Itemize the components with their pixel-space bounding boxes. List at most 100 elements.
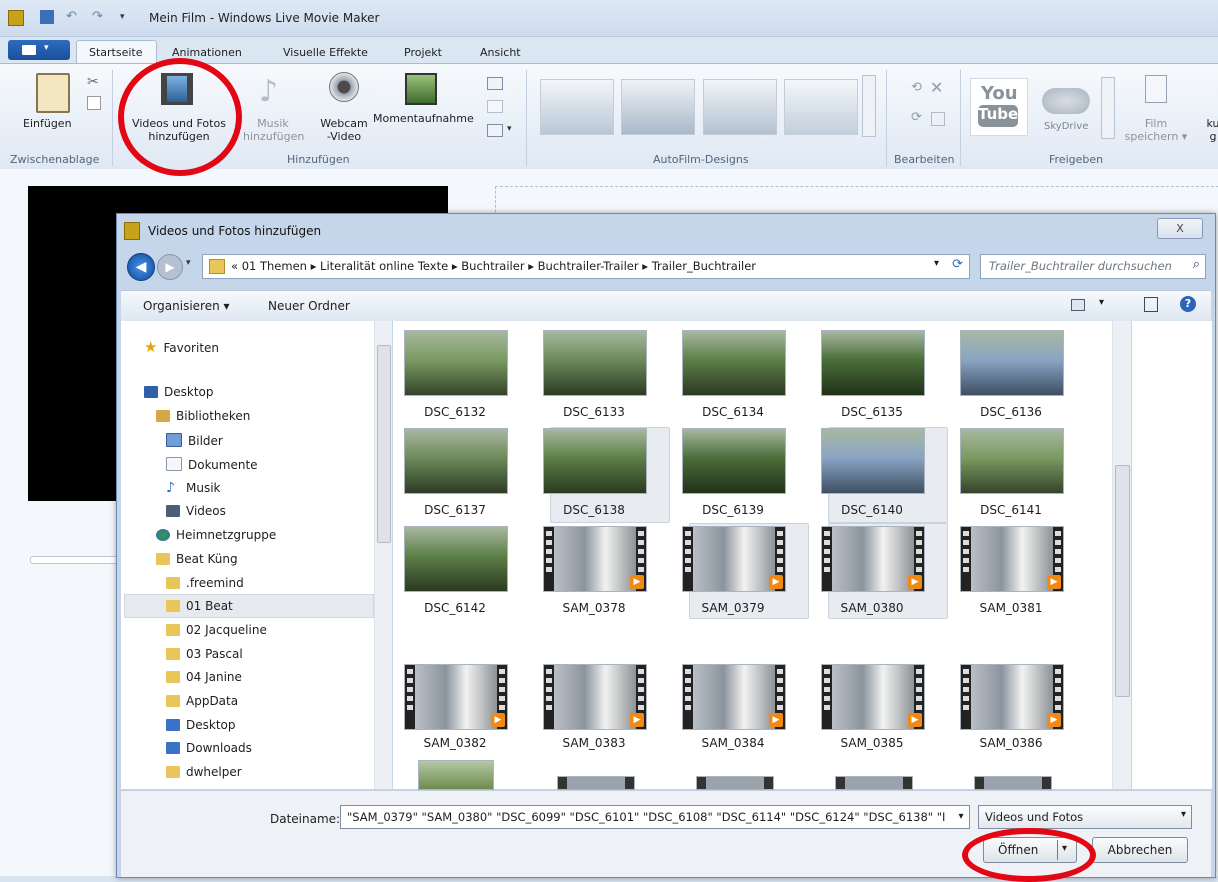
overflow-button[interactable]: ku g bbox=[1206, 117, 1218, 143]
nav-item[interactable]: Dokumente bbox=[166, 457, 258, 472]
search-box[interactable]: Trailer_Buchtrailer durchsuchen ⌕ bbox=[980, 254, 1206, 279]
file-view-scrollbar-thumb[interactable] bbox=[1115, 465, 1130, 697]
video-thumbnail[interactable]: ▶ bbox=[960, 526, 1064, 592]
theme-thumbnail[interactable] bbox=[784, 79, 858, 135]
credits-dropdown-icon[interactable]: ▾ bbox=[507, 124, 512, 134]
save-film-button[interactable]: Film speichern ▾ bbox=[1121, 117, 1191, 143]
photo-thumbnail[interactable] bbox=[404, 330, 508, 396]
webcam-icon[interactable] bbox=[329, 72, 359, 102]
nav-item[interactable]: Desktop bbox=[166, 718, 236, 732]
remove-icon[interactable]: ✕ bbox=[930, 78, 943, 97]
rotate-right-icon[interactable]: ⟳ bbox=[911, 110, 922, 125]
file-name-label[interactable]: SAM_0380 bbox=[807, 601, 937, 615]
breadcrumb-item[interactable]: Buchtrailer-Trailer bbox=[538, 259, 639, 273]
video-thumbnail[interactable]: ▶ bbox=[960, 664, 1064, 730]
nav-item[interactable]: dwhelper bbox=[166, 765, 242, 779]
theme-thumbnail[interactable] bbox=[703, 79, 777, 135]
undo-icon[interactable]: ↶ bbox=[66, 10, 80, 24]
photo-thumbnail[interactable] bbox=[543, 330, 647, 396]
cancel-button[interactable]: Abbrechen bbox=[1092, 837, 1188, 863]
file-name-label[interactable]: DSC_6133 bbox=[529, 405, 659, 419]
organize-button[interactable]: Organisieren ▾ bbox=[143, 299, 230, 313]
theme-thumbnail[interactable] bbox=[540, 79, 614, 135]
skydrive-button[interactable]: SkyDrive bbox=[1044, 120, 1088, 133]
theme-thumbnail[interactable] bbox=[621, 79, 695, 135]
history-dropdown-icon[interactable]: ▾ bbox=[186, 258, 191, 268]
photo-thumbnail[interactable] bbox=[404, 526, 508, 592]
seek-slider[interactable] bbox=[30, 556, 122, 564]
back-icon[interactable]: ◀ bbox=[127, 253, 155, 281]
file-name-label[interactable]: DSC_6139 bbox=[668, 503, 798, 517]
qat-dropdown-icon[interactable]: ▾ bbox=[120, 10, 134, 24]
photo-thumbnail[interactable] bbox=[543, 428, 647, 494]
filetype-dropdown-icon[interactable]: ▾ bbox=[1181, 809, 1186, 820]
video-thumbnail[interactable]: ▶ bbox=[682, 664, 786, 730]
photo-thumbnail[interactable] bbox=[682, 330, 786, 396]
file-name-label[interactable]: SAM_0381 bbox=[946, 601, 1076, 615]
file-name-label[interactable]: DSC_6138 bbox=[529, 503, 659, 517]
nav-item[interactable]: 03 Pascal bbox=[166, 647, 243, 661]
tab-ansicht[interactable]: Ansicht bbox=[480, 46, 521, 59]
filename-dropdown-icon[interactable]: ▾ bbox=[953, 806, 969, 828]
photo-thumbnail[interactable] bbox=[682, 428, 786, 494]
file-name-label[interactable]: SAM_0383 bbox=[529, 736, 659, 750]
file-name-label[interactable]: DSC_6132 bbox=[390, 405, 520, 419]
nav-item[interactable]: Downloads bbox=[166, 741, 252, 755]
breadcrumb-item[interactable]: 01 Themen bbox=[242, 259, 307, 273]
webcam-video-button[interactable]: Webcam -Video bbox=[315, 117, 373, 143]
dialog-close-button[interactable]: X bbox=[1157, 218, 1203, 239]
video-thumbnail[interactable] bbox=[974, 776, 1052, 790]
copy-icon[interactable] bbox=[87, 96, 101, 110]
file-name-label[interactable]: DSC_6135 bbox=[807, 405, 937, 419]
file-name-label[interactable]: DSC_6134 bbox=[668, 405, 798, 419]
file-name-label[interactable]: SAM_0385 bbox=[807, 736, 937, 750]
video-thumbnail[interactable]: ▶ bbox=[821, 664, 925, 730]
preview-pane-icon[interactable] bbox=[1144, 297, 1158, 312]
photo-thumbnail[interactable] bbox=[418, 760, 494, 790]
redo-icon[interactable]: ↷ bbox=[92, 10, 106, 24]
add-music-button[interactable]: Musik hinzufügen bbox=[243, 117, 304, 143]
nav-item[interactable]: Desktop bbox=[144, 385, 214, 399]
file-name-label[interactable]: DSC_6137 bbox=[390, 503, 520, 517]
file-name-label[interactable]: DSC_6136 bbox=[946, 405, 1076, 419]
nav-item[interactable]: .freemind bbox=[166, 576, 244, 590]
video-thumbnail[interactable] bbox=[557, 776, 635, 790]
breadcrumb-overflow[interactable]: « bbox=[231, 259, 238, 273]
file-name-label[interactable]: DSC_6141 bbox=[946, 503, 1076, 517]
video-thumbnail[interactable]: ▶ bbox=[821, 526, 925, 592]
photo-thumbnail[interactable] bbox=[404, 428, 508, 494]
video-thumbnail[interactable]: ▶ bbox=[682, 526, 786, 592]
forward-icon[interactable]: ▶ bbox=[157, 254, 183, 280]
nav-item[interactable]: Heimnetzgruppe bbox=[156, 528, 276, 542]
file-name-label[interactable]: SAM_0378 bbox=[529, 601, 659, 615]
filetype-select[interactable]: Videos und Fotos ▾ bbox=[978, 805, 1192, 829]
video-thumbnail[interactable]: ▶ bbox=[543, 664, 647, 730]
nav-item-selected[interactable]: 01 Beat bbox=[166, 599, 233, 613]
video-thumbnail[interactable]: ▶ bbox=[543, 526, 647, 592]
caption-icon[interactable] bbox=[487, 77, 503, 90]
photo-thumbnail[interactable] bbox=[960, 428, 1064, 494]
nav-item[interactable]: AppData bbox=[166, 694, 238, 708]
nav-scrollbar-thumb[interactable] bbox=[377, 345, 391, 543]
paste-icon[interactable] bbox=[36, 73, 70, 113]
file-name-label[interactable]: SAM_0384 bbox=[668, 736, 798, 750]
photo-thumbnail[interactable] bbox=[821, 428, 925, 494]
file-name-label[interactable]: DSC_6140 bbox=[807, 503, 937, 517]
title-icon[interactable] bbox=[487, 100, 503, 113]
refresh-icon[interactable]: ⟳ bbox=[952, 257, 963, 272]
nav-item[interactable]: Videos bbox=[166, 504, 226, 518]
nav-item[interactable]: Bilder bbox=[166, 433, 223, 448]
nav-item[interactable]: ★ Favoriten bbox=[144, 338, 219, 356]
video-thumbnail[interactable]: ▶ bbox=[404, 664, 508, 730]
nav-item[interactable]: 02 Jacqueline bbox=[166, 623, 267, 637]
nav-item[interactable]: ♪ Musik bbox=[166, 480, 221, 496]
share-gallery-scroll[interactable] bbox=[1101, 77, 1115, 139]
nav-item[interactable]: Beat Küng bbox=[156, 552, 238, 566]
file-name-label[interactable]: DSC_6142 bbox=[390, 601, 520, 615]
skydrive-icon[interactable] bbox=[1042, 88, 1090, 114]
music-note-icon[interactable]: ♪ bbox=[259, 74, 278, 109]
view-dropdown-icon[interactable]: ▾ bbox=[1099, 297, 1104, 308]
breadcrumb-item[interactable]: Literalität online Texte bbox=[320, 259, 448, 273]
nav-item[interactable]: Bibliotheken bbox=[156, 409, 250, 423]
rotate-left-icon[interactable]: ⟲ bbox=[911, 80, 922, 95]
